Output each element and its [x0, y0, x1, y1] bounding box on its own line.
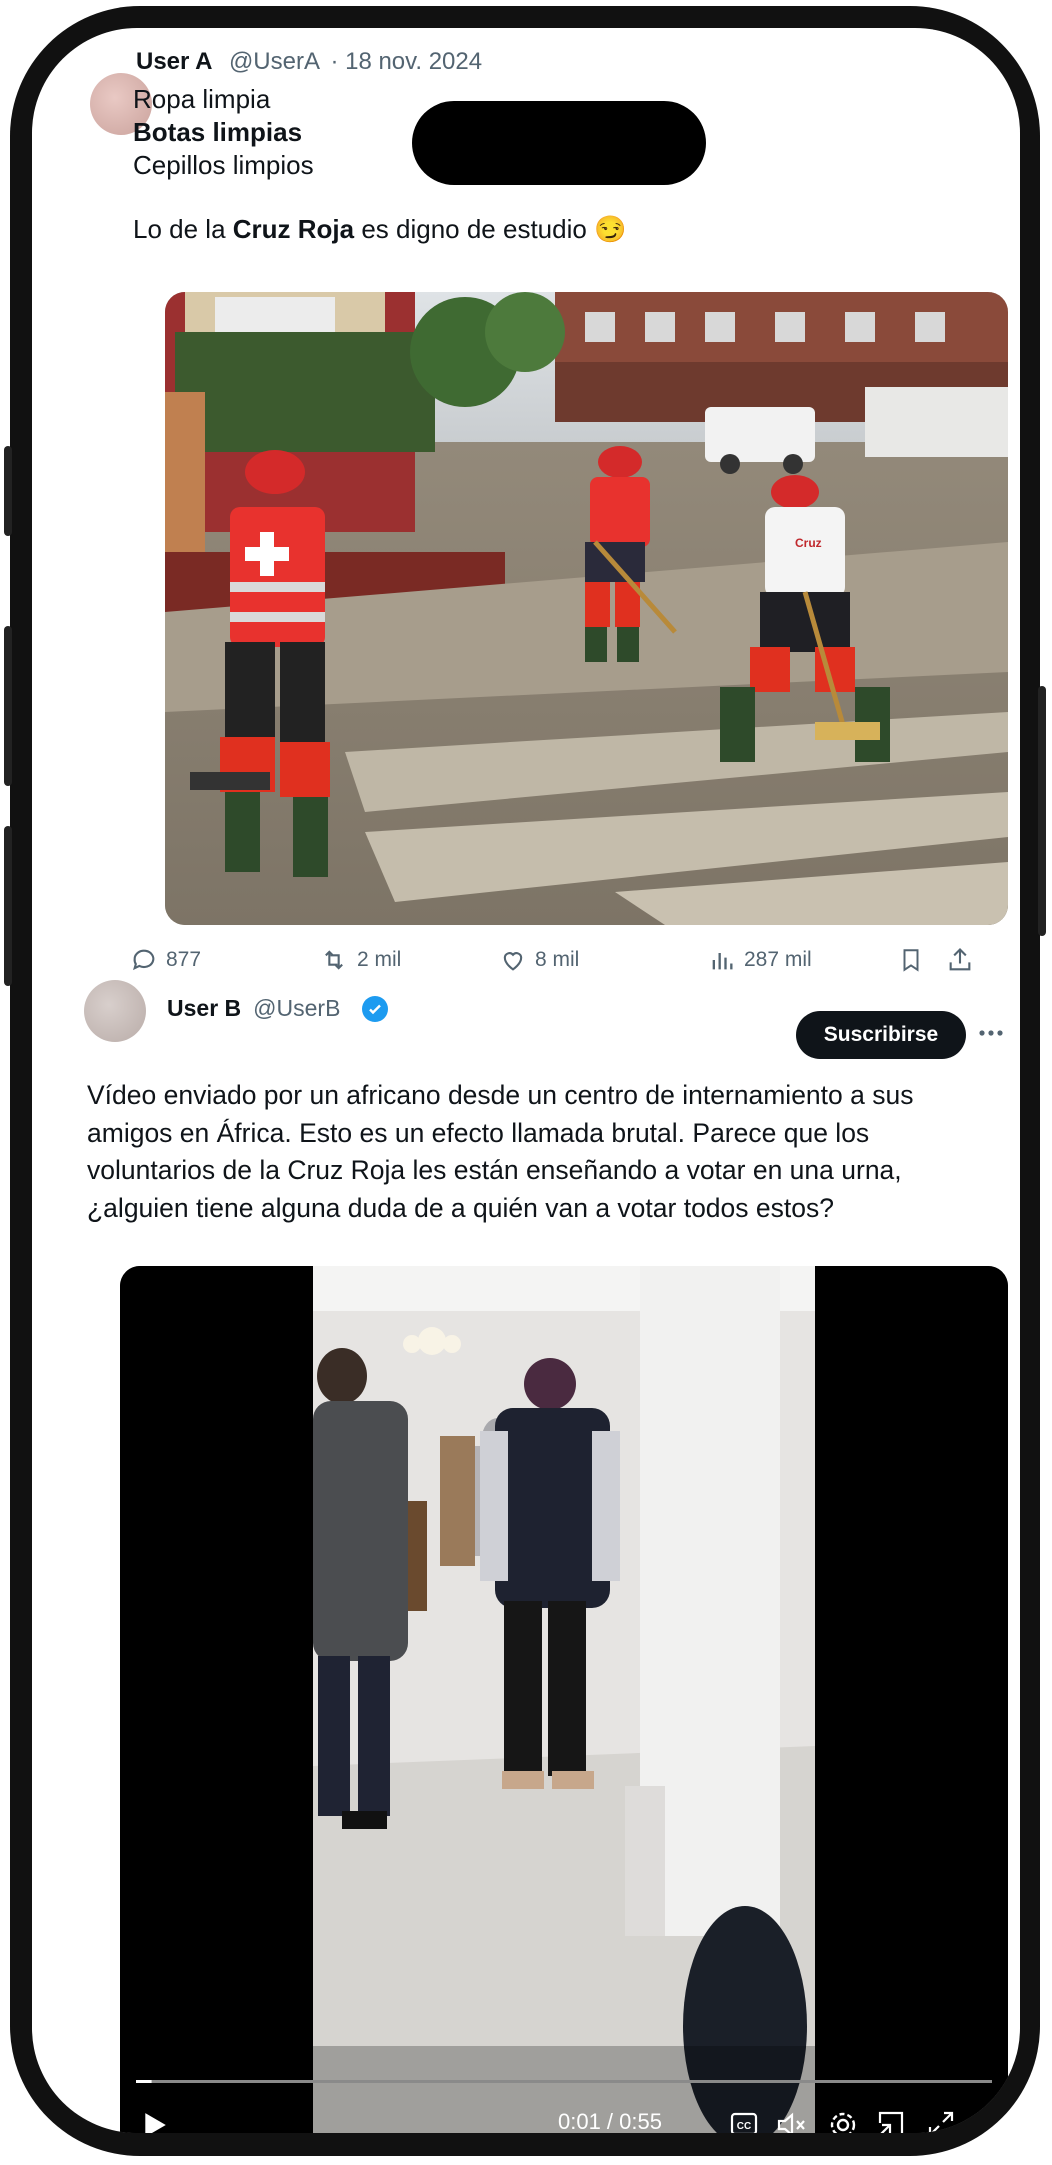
subscribe-button[interactable]: Suscribirse	[796, 1011, 966, 1059]
views-icon	[712, 953, 733, 970]
repost-count: 2 mil	[357, 948, 402, 971]
repost-icon	[325, 950, 343, 970]
post-b-header: User B @UserB	[167, 995, 389, 1022]
svg-text:CC: CC	[737, 2121, 751, 2132]
text-segment: Lo de la	[133, 214, 233, 244]
share-icon	[949, 948, 971, 971]
settings-icon	[830, 2112, 856, 2133]
views-button[interactable]: 287 mil	[708, 946, 812, 974]
captions-icon: CC	[730, 2112, 758, 2133]
post-a-header: User A @UserA · 18 nov. 2024	[136, 48, 482, 76]
post-photo[interactable]: Cruz	[165, 292, 1008, 925]
verified-icon	[362, 995, 389, 1022]
reply-count: 877	[166, 948, 202, 971]
video-player[interactable]: 0:01 / 0:55 CC	[120, 1266, 1008, 2133]
like-icon	[503, 952, 523, 971]
user-name[interactable]: User B	[167, 995, 241, 1022]
text-segment: es digno de estudio 😏	[354, 214, 627, 244]
bookmark-icon	[903, 949, 919, 972]
mute-icon	[777, 2112, 805, 2133]
share-button[interactable]	[946, 946, 974, 974]
dynamic-island	[412, 101, 706, 185]
phone-power-button	[1038, 686, 1046, 936]
bookmark-button[interactable]	[898, 946, 924, 974]
phone-action-button	[4, 446, 12, 536]
more-icon	[979, 1030, 1003, 1036]
phone-volume-up-button	[4, 626, 12, 786]
like-button[interactable]: 8 mil	[499, 946, 579, 974]
avatar[interactable]	[84, 980, 146, 1042]
text-line: voluntarios de la Cruz Roja les están en…	[87, 1155, 902, 1185]
like-count: 8 mil	[535, 948, 580, 971]
photo-scene: Cruz	[165, 292, 1008, 925]
fullscreen-button[interactable]	[926, 2109, 956, 2133]
video-progress-fill	[136, 2080, 152, 2083]
text-line: amigos en África. Esto es un efecto llam…	[87, 1117, 870, 1148]
views-count: 287 mil	[744, 948, 812, 971]
post-a-action-bar: 877 2 mil 8 mil 287 mil	[32, 946, 1020, 982]
text-line: ¿alguien tiene alguna duda de a quién va…	[87, 1192, 834, 1223]
post-b-text: Vídeo enviado por un africano desde un c…	[87, 1077, 997, 1227]
video-progress-track	[136, 2080, 992, 2083]
pip-icon	[878, 2111, 904, 2133]
captions-button[interactable]: CC	[730, 2111, 758, 2133]
fullscreen-icon	[928, 2111, 954, 2133]
vest-text: Cruz	[795, 536, 822, 550]
post-date[interactable]: · 18 nov. 2024	[330, 48, 482, 75]
settings-button[interactable]	[828, 2110, 858, 2133]
more-button[interactable]	[976, 1018, 1006, 1048]
video-time: 0:01 / 0:55	[558, 2109, 662, 2133]
user-handle[interactable]: @UserA	[229, 48, 320, 75]
text-line: Lo de la Cruz Roja es digno de estudio 😏	[133, 213, 993, 246]
phone-volume-down-button	[4, 826, 12, 986]
video-frame	[120, 1266, 1008, 2133]
user-handle[interactable]: @UserB	[253, 995, 340, 1022]
play-button[interactable]	[142, 2111, 168, 2133]
repost-button[interactable]: 2 mil	[319, 946, 401, 974]
user-name[interactable]: User A	[136, 48, 212, 75]
phone-screen: User A @UserA · 18 nov. 2024 Ropa limpia…	[32, 28, 1020, 2133]
text-line: Vídeo enviado por un africano desde un c…	[87, 1080, 914, 1110]
pip-button[interactable]	[876, 2109, 906, 2133]
text-segment-bold: Cruz Roja	[232, 214, 355, 244]
reply-button[interactable]: 877	[130, 946, 201, 974]
mute-button[interactable]	[776, 2111, 808, 2133]
play-icon	[145, 2113, 166, 2133]
reply-icon	[133, 949, 155, 971]
